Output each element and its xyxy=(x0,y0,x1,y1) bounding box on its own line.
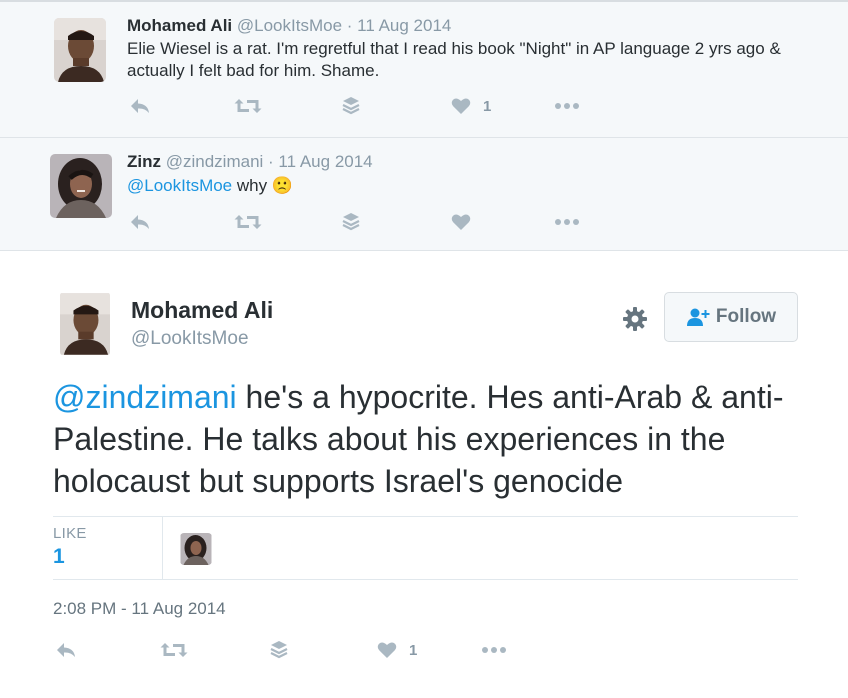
tweet-stats: LIKE 1 xyxy=(53,516,798,580)
tweet-actions: 1 xyxy=(127,94,597,118)
heart-icon xyxy=(451,98,471,114)
settings-button[interactable] xyxy=(622,306,648,332)
retweet-button[interactable] xyxy=(234,94,262,118)
likes-count: 1 xyxy=(53,545,65,568)
permalink-tweet: Mohamed Ali @LookItsMoe Follow @zindzima… xyxy=(0,252,848,698)
reply-icon xyxy=(131,215,149,229)
like-button[interactable]: 1 xyxy=(451,94,491,118)
retweet-icon xyxy=(234,215,262,229)
like-button[interactable]: 1 xyxy=(377,638,417,662)
tweet-actions: 1 xyxy=(53,638,523,662)
like-button[interactable] xyxy=(451,210,471,234)
author-meta[interactable]: @zindzimani · 11 Aug 2014 xyxy=(166,152,373,171)
like-count: 1 xyxy=(483,97,492,115)
more-button[interactable] xyxy=(554,210,580,234)
likes-label: LIKE xyxy=(53,525,87,542)
avatar[interactable] xyxy=(50,154,112,218)
tweet-text: @LookItsMoe why 🙁 xyxy=(127,175,817,197)
sad-face-emoji: 🙁 xyxy=(271,176,294,195)
stack-button[interactable] xyxy=(342,94,360,118)
retweet-button[interactable] xyxy=(160,638,188,662)
retweet-icon xyxy=(160,643,188,657)
more-button[interactable] xyxy=(481,638,507,662)
reply-button[interactable] xyxy=(129,94,151,118)
reply-button[interactable] xyxy=(55,638,77,662)
more-icon xyxy=(555,219,579,225)
author-name[interactable]: Mohamed Ali xyxy=(131,297,273,324)
author-name[interactable]: Mohamed Ali xyxy=(127,16,232,35)
retweet-button[interactable] xyxy=(234,210,262,234)
stack-icon xyxy=(342,213,360,231)
gear-icon xyxy=(623,307,647,331)
more-icon xyxy=(482,647,506,653)
tweet-text: Elie Wiesel is a rat. I'm regretful that… xyxy=(127,39,781,80)
author-handle[interactable]: @LookItsMoe xyxy=(131,328,249,350)
more-icon xyxy=(555,103,579,109)
tweet-body: why xyxy=(236,176,268,195)
avatar[interactable] xyxy=(54,18,106,82)
reply-button[interactable] xyxy=(129,210,151,234)
stack-icon xyxy=(342,97,360,115)
tweet-text: @zindzimani he's a hypocrite. Hes anti-A… xyxy=(53,376,813,502)
follow-label: Follow xyxy=(715,306,777,327)
more-button[interactable] xyxy=(554,94,580,118)
reply-icon xyxy=(57,643,75,657)
mention-link[interactable]: @zindzimani xyxy=(53,379,237,415)
reply-icon xyxy=(131,99,149,113)
stack-icon xyxy=(270,641,288,659)
follow-person-icon xyxy=(686,308,710,326)
liker-avatar[interactable] xyxy=(180,533,212,565)
tweet-timestamp[interactable]: 2:08 PM - 11 Aug 2014 xyxy=(53,599,226,619)
conversation-tweet-1[interactable]: Mohamed Ali @LookItsMoe · 11 Aug 2014 El… xyxy=(0,0,848,137)
avatar[interactable] xyxy=(60,292,110,356)
stack-button[interactable] xyxy=(270,638,288,662)
stack-button[interactable] xyxy=(342,210,360,234)
author-name[interactable]: Zinz xyxy=(127,152,161,171)
conversation-tweet-2[interactable]: Zinz @zindzimani · 11 Aug 2014 @LookItsM… xyxy=(0,137,848,251)
heart-icon xyxy=(377,642,397,658)
likes-stat[interactable]: LIKE 1 xyxy=(53,517,163,579)
author-meta[interactable]: @LookItsMoe · 11 Aug 2014 xyxy=(237,16,451,35)
retweet-icon xyxy=(234,99,262,113)
heart-icon xyxy=(451,214,471,230)
like-count: 1 xyxy=(409,641,418,659)
mention-link[interactable]: @LookItsMoe xyxy=(127,176,232,195)
follow-button[interactable]: Follow xyxy=(664,292,798,342)
tweet-actions xyxy=(127,210,597,234)
